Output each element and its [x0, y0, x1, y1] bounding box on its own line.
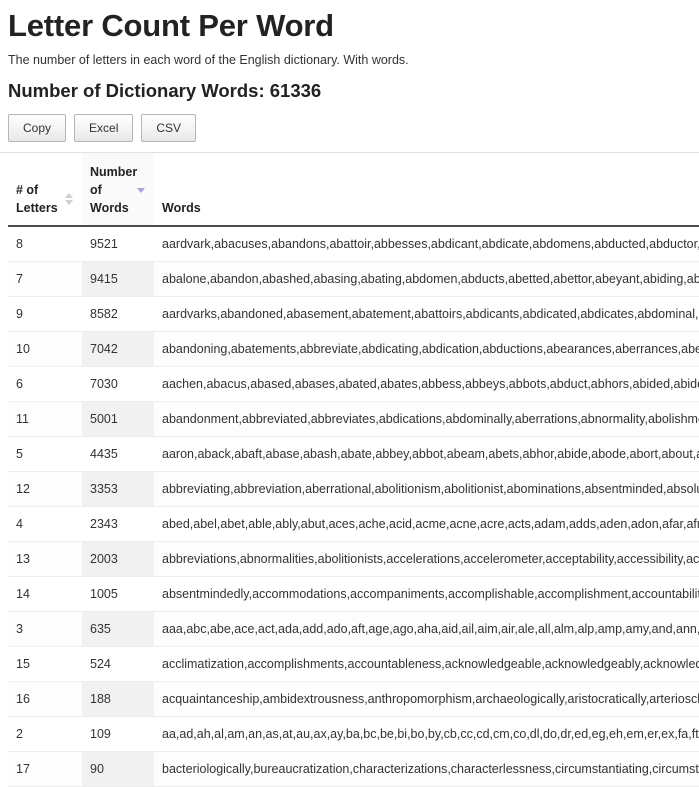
page-title: Letter Count Per Word	[8, 8, 334, 43]
column-header-letters[interactable]: # of Letters	[8, 153, 82, 227]
cell-letters: 2	[8, 716, 82, 752]
cell-word-count: 635	[82, 611, 154, 647]
column-header-words[interactable]: Words	[154, 153, 699, 227]
cell-word-count: 9415	[82, 261, 154, 297]
table-row[interactable]: 4 2343 abed,abel,abet,able,ably,abut,aces,…	[8, 506, 699, 542]
cell-words-list: absentmindedly,accommodations,accompanim…	[154, 576, 699, 612]
letter-count-table: # of Letters Number of Words Words 8 952…	[8, 153, 699, 787]
cell-words-list: abbreviating,abbreviation,aberrational,a…	[154, 471, 699, 507]
cell-letters: 15	[8, 646, 82, 682]
cell-letters: 4	[8, 506, 82, 542]
cell-words-list: aa,ad,ah,al,am,an,as,at,au,ax,ay,ba,bc,b…	[154, 716, 699, 752]
cell-letters: 12	[8, 471, 82, 507]
cell-word-count: 3353	[82, 471, 154, 507]
csv-button[interactable]: CSV	[141, 114, 197, 142]
cell-letters: 13	[8, 541, 82, 577]
table-row[interactable]: 10 7042 abandoning,abatements,abbreviate,a…	[8, 331, 699, 367]
table-row[interactable]: 5 4435 aaron,aback,abaft,abase,abash,abate…	[8, 436, 699, 472]
page-container: Letter Count Per Word The number of lett…	[0, 0, 699, 787]
table-header-row: # of Letters Number of Words Words	[8, 153, 699, 227]
table-row[interactable]: 8 9521 aardvark,abacuses,abandons,abattoir…	[8, 226, 699, 262]
export-button-group: Copy Excel CSV	[8, 114, 699, 142]
cell-letters: 6	[8, 366, 82, 402]
cell-letters: 3	[8, 611, 82, 647]
column-header-number-of-words[interactable]: Number of Words	[82, 153, 154, 227]
cell-word-count: 4435	[82, 436, 154, 472]
table-row[interactable]: 6 7030 aachen,abacus,abased,abases,abated,…	[8, 366, 699, 402]
table-row[interactable]: 15 524 acclimatization,accomplishments,acc…	[8, 646, 699, 682]
table-row[interactable]: 14 1005 absentmindedly,accommodations,acco…	[8, 576, 699, 612]
table-row[interactable]: 12 3353 abbreviating,abbreviation,aberrati…	[8, 471, 699, 507]
cell-word-count: 7030	[82, 366, 154, 402]
cell-word-count: 2003	[82, 541, 154, 577]
cell-letters: 11	[8, 401, 82, 437]
page-subtitle: The number of letters in each word of th…	[8, 53, 409, 67]
excel-button[interactable]: Excel	[74, 114, 134, 142]
cell-word-count: 90	[82, 751, 154, 787]
cell-word-count: 7042	[82, 331, 154, 367]
cell-words-list: abbreviations,abnormalities,abolitionist…	[154, 541, 699, 577]
table-row[interactable]: 16 188 acquaintanceship,ambidextrousness,a…	[8, 681, 699, 717]
cell-words-list: aardvarks,abandoned,abasement,abatement,…	[154, 296, 699, 332]
table-row[interactable]: 9 8582 aardvarks,abandoned,abasement,abate…	[8, 296, 699, 332]
table-row[interactable]: 3 635 aaa,abc,abe,ace,act,ada,add,ado,aft,…	[8, 611, 699, 647]
table-row[interactable]: 2 109 aa,ad,ah,al,am,an,as,at,au,ax,ay,ba,…	[8, 716, 699, 752]
column-header-words-label: Words	[162, 201, 201, 215]
cell-words-list: abandonment,abbreviated,abbreviates,abdi…	[154, 401, 699, 437]
cell-words-list: abandoning,abatements,abbreviate,abdicat…	[154, 331, 699, 367]
cell-words-list: bacteriologically,bureaucratization,char…	[154, 751, 699, 787]
column-header-number-of-words-label: Number of Words	[90, 165, 138, 215]
cell-words-list: acclimatization,accomplishments,accounta…	[154, 646, 699, 682]
cell-words-list: aaron,aback,abaft,abase,abash,abate,abbe…	[154, 436, 699, 472]
cell-letters: 5	[8, 436, 82, 472]
sort-descending-icon[interactable]	[136, 183, 146, 197]
table-row[interactable]: 13 2003 abbreviations,abnormalities,abolit…	[8, 541, 699, 577]
cell-letters: 8	[8, 226, 82, 262]
sort-both-icon[interactable]	[64, 192, 74, 206]
cell-letters: 16	[8, 681, 82, 717]
cell-word-count: 2343	[82, 506, 154, 542]
cell-words-list: aachen,abacus,abased,abases,abated,abate…	[154, 366, 699, 402]
cell-word-count: 5001	[82, 401, 154, 437]
cell-word-count: 8582	[82, 296, 154, 332]
column-header-letters-label: # of Letters	[16, 183, 58, 215]
cell-word-count: 9521	[82, 226, 154, 262]
cell-words-list: abalone,abandon,abashed,abasing,abating,…	[154, 261, 699, 297]
cell-letters: 14	[8, 576, 82, 612]
cell-words-list: acquaintanceship,ambidextrousness,anthro…	[154, 681, 699, 717]
cell-word-count: 1005	[82, 576, 154, 612]
table-row[interactable]: 11 5001 abandonment,abbreviated,abbreviate…	[8, 401, 699, 437]
cell-word-count: 188	[82, 681, 154, 717]
table-row[interactable]: 17 90 bacteriologically,bureaucratization,…	[8, 751, 699, 787]
cell-letters: 10	[8, 331, 82, 367]
dictionary-word-count-heading: Number of Dictionary Words: 61336	[8, 80, 322, 101]
cell-word-count: 524	[82, 646, 154, 682]
cell-words-list: aardvark,abacuses,abandons,abattoir,abbe…	[154, 226, 699, 262]
cell-letters: 7	[8, 261, 82, 297]
table-header: # of Letters Number of Words Words	[8, 153, 699, 227]
cell-letters: 17	[8, 751, 82, 787]
cell-letters: 9	[8, 296, 82, 332]
cell-words-list: aaa,abc,abe,ace,act,ada,add,ado,aft,age,…	[154, 611, 699, 647]
table-body: 8 9521 aardvark,abacuses,abandons,abattoir…	[8, 226, 699, 787]
cell-word-count: 109	[82, 716, 154, 752]
cell-words-list: abed,abel,abet,able,ably,abut,aces,ache,…	[154, 506, 699, 542]
table-row[interactable]: 7 9415 abalone,abandon,abashed,abasing,aba…	[8, 261, 699, 297]
copy-button[interactable]: Copy	[8, 114, 67, 142]
